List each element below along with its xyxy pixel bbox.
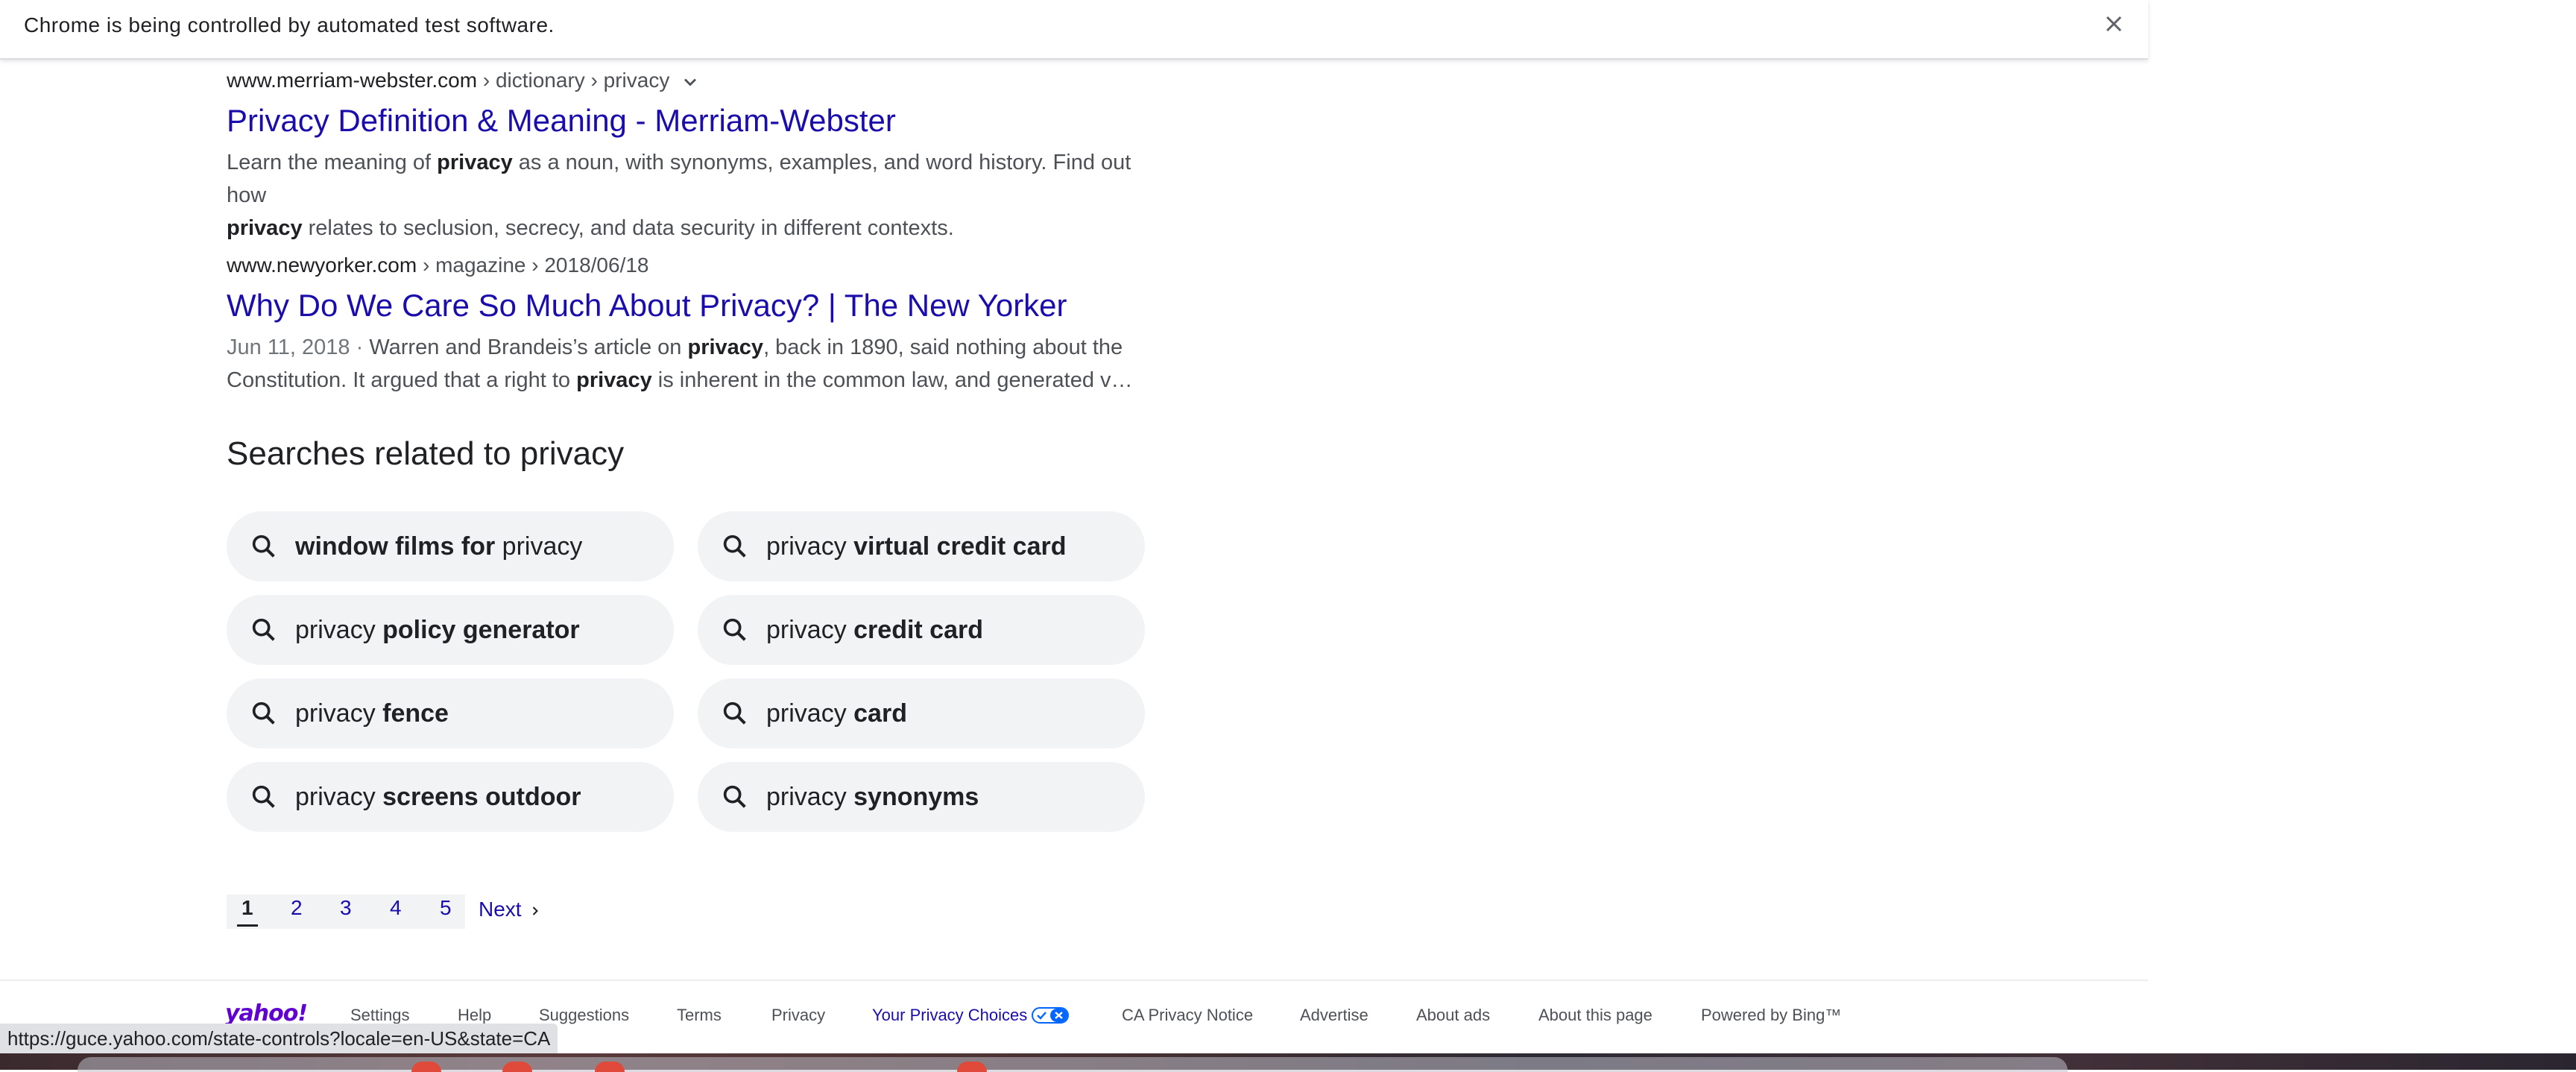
related-searches-title: Searches related to privacy [227, 435, 625, 472]
dock-app-icon[interactable] [595, 1062, 625, 1072]
chip-text: privacy [295, 782, 383, 811]
search-results-page: www.merriam-webster.com › dictionary › p… [0, 58, 2148, 1053]
page-3-link[interactable]: 3 [340, 896, 352, 920]
result-snippet: Jun 11, 2018 · Warren and Brandeis’s art… [227, 331, 1137, 397]
result-date: Jun 11, 2018 · [227, 335, 370, 359]
related-search-chip[interactable]: privacy card [698, 678, 1145, 748]
dock-app-icon[interactable] [957, 1062, 987, 1072]
footer-privacy-link[interactable]: Privacy [771, 1006, 825, 1025]
chip-text: privacy [766, 532, 854, 561]
chip-bold-text: virtual credit card [853, 532, 1067, 561]
chip-text: privacy [295, 699, 383, 728]
next-label: Next [479, 898, 522, 921]
search-result: www.merriam-webster.com › dictionary › p… [227, 69, 1136, 245]
footer-terms-link[interactable]: Terms [677, 1006, 722, 1025]
chip-text: privacy [766, 615, 854, 644]
page-2-link[interactable]: 2 [291, 896, 303, 920]
result-breadcrumb[interactable]: www.merriam-webster.com › dictionary › p… [227, 69, 1136, 92]
result-path: › dictionary › privacy [477, 69, 670, 92]
page-1-link[interactable]: 1 [242, 896, 253, 920]
search-icon [723, 785, 746, 808]
infobar-message: Chrome is being controlled by automated … [24, 13, 555, 37]
chip-text: privacy [766, 699, 854, 728]
privacy-choices-icon [1032, 1007, 1069, 1024]
related-search-chip[interactable]: privacy virtual credit card [698, 511, 1145, 581]
chevron-right-icon [532, 906, 538, 915]
search-icon [252, 535, 275, 558]
chip-bold-text: card [853, 699, 907, 728]
search-icon [723, 701, 746, 725]
snippet-highlight: privacy [227, 216, 303, 240]
dock [78, 1057, 2068, 1072]
footer-suggestions-link[interactable]: Suggestions [539, 1006, 629, 1025]
snippet-text: Learn the meaning of [227, 151, 438, 174]
close-icon[interactable] [2100, 10, 2127, 37]
footer-advertise-link[interactable]: Advertise [1300, 1006, 1368, 1025]
snippet-text: Constitution. It argued that a right to [227, 368, 577, 392]
chip-bold-text: fence [382, 699, 449, 728]
footer-about-ads-link[interactable]: About ads [1416, 1006, 1490, 1025]
result-path: › magazine › 2018/06/18 [417, 253, 649, 277]
search-icon [252, 701, 275, 725]
chip-text: privacy [295, 615, 383, 644]
footer-about-page-link[interactable]: About this page [1538, 1006, 1652, 1025]
chip-bold-text: screens outdoor [382, 782, 581, 811]
related-search-chip[interactable]: privacy synonyms [698, 762, 1145, 832]
chip-bold-text: window films for [295, 532, 496, 561]
automation-infobar: Chrome is being controlled by automated … [0, 0, 2148, 60]
footer-privacy-choices-link[interactable]: Your Privacy Choices [872, 1006, 1027, 1025]
snippet-text: , back in 1890, said nothing about the [763, 335, 1123, 359]
related-search-chip[interactable]: privacy policy generator [227, 595, 674, 665]
related-search-chip[interactable]: privacy credit card [698, 595, 1145, 665]
search-icon [252, 785, 275, 808]
dock-app-icon[interactable] [411, 1062, 441, 1072]
snippet-highlight: privacy [576, 368, 652, 392]
search-icon [723, 535, 746, 558]
result-title-link[interactable]: Privacy Definition & Meaning - Merriam-W… [227, 103, 1136, 139]
desktop-background [2148, 0, 2576, 1053]
result-domain: www.newyorker.com [227, 253, 417, 277]
footer-help-link[interactable]: Help [458, 1006, 491, 1025]
snippet-text: is inherent in the common law, and gener… [657, 368, 1137, 392]
chip-bold-text: synonyms [853, 782, 979, 811]
status-url-bubble: https://guce.yahoo.com/state-controls?lo… [0, 1024, 558, 1053]
result-breadcrumb[interactable]: www.newyorker.com › magazine › 2018/06/1… [227, 253, 1136, 277]
chip-text: privacy [495, 532, 583, 561]
footer-settings-link[interactable]: Settings [350, 1006, 410, 1025]
dock-app-icon[interactable] [502, 1062, 532, 1072]
result-snippet: Learn the meaning of privacy as a noun, … [227, 146, 1136, 245]
page-5-link[interactable]: 5 [440, 896, 452, 920]
footer-ca-privacy-link[interactable]: CA Privacy Notice [1122, 1006, 1253, 1025]
search-icon [723, 618, 746, 641]
chevron-down-icon[interactable] [680, 72, 701, 92]
page-4-link[interactable]: 4 [390, 896, 402, 920]
chip-bold-text: policy generator [382, 615, 580, 644]
chip-text: privacy [766, 782, 854, 811]
snippet-highlight: privacy [437, 151, 513, 174]
related-search-chip[interactable]: privacy fence [227, 678, 674, 748]
footer-divider [0, 980, 2148, 981]
related-search-chip[interactable]: privacy screens outdoor [227, 762, 674, 832]
related-search-chip[interactable]: window films for privacy [227, 511, 674, 581]
next-page-link[interactable]: Next [479, 898, 543, 921]
yahoo-logo[interactable]: yahoo! [225, 1000, 308, 1027]
result-domain: www.merriam-webster.com [227, 69, 478, 92]
snippet-text: relates to seclusion, secrecy, and data … [302, 216, 954, 240]
footer-powered-by-bing: Powered by Bing™ [1701, 1006, 1842, 1024]
chip-bold-text: credit card [853, 615, 983, 644]
search-result: www.newyorker.com › magazine › 2018/06/1… [227, 253, 1137, 397]
search-icon [252, 618, 275, 641]
current-page-indicator [237, 924, 258, 927]
snippet-highlight: privacy [687, 335, 764, 359]
snippet-text: Warren and Brandeis’s article on [369, 335, 688, 359]
result-title-link[interactable]: Why Do We Care So Much About Privacy? | … [227, 288, 1136, 324]
